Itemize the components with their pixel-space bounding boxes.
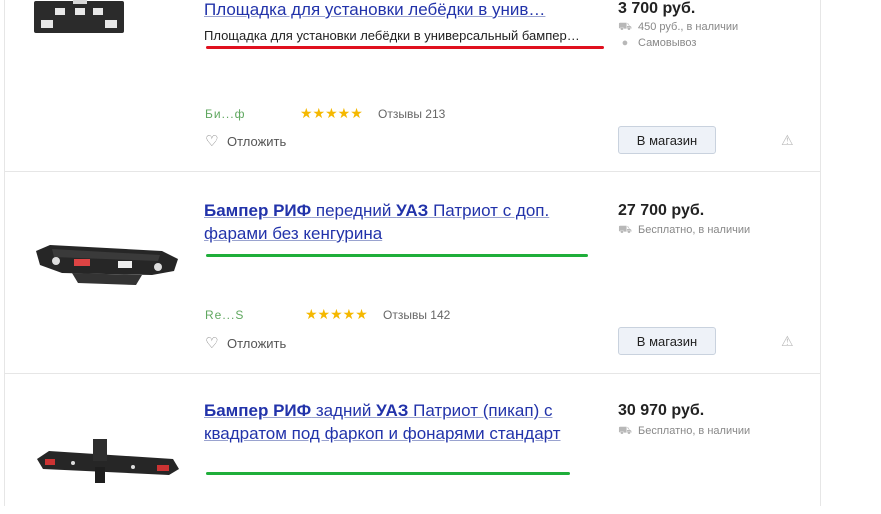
rating-stars: ★★★★★ xyxy=(305,306,368,322)
defer-button[interactable]: ♡ Отложить xyxy=(205,334,286,352)
product-card: Бампер РИФ задний УАЗ Патриот (пикап) с … xyxy=(5,373,820,514)
product-price: 30 970 руб. xyxy=(618,402,705,419)
reviews-link[interactable]: Отзывы 142 xyxy=(383,308,450,322)
map-pin-icon: ● xyxy=(621,37,629,49)
product-title-link[interactable]: Площадка для установки лебёдки в унив… xyxy=(204,0,584,21)
product-price: 27 700 руб. xyxy=(618,202,705,219)
heart-icon: ♡ xyxy=(205,335,219,352)
pickup-info: ● Самовывоз xyxy=(618,37,697,49)
product-snippet: Площадка для установки лебёдки в универс… xyxy=(204,28,580,43)
product-image-winch-plate[interactable] xyxy=(33,0,125,34)
green-underline-mark xyxy=(206,472,570,475)
pickup-text: Самовывоз xyxy=(638,37,697,49)
title-bold-model: УАЗ xyxy=(396,201,429,220)
truck-icon: ⛟ xyxy=(618,21,632,33)
delivery-info: ⛟ Бесплатно, в наличии xyxy=(618,224,750,238)
title-bold-brand: Бампер РИФ xyxy=(204,401,312,420)
title-bold-brand: Бампер РИФ xyxy=(204,201,312,220)
defer-button[interactable]: ♡ Отложить xyxy=(205,132,286,150)
go-to-shop-button[interactable]: В магазин xyxy=(618,126,716,154)
product-title-link[interactable]: Бампер РИФ задний УАЗ Патриот (пикап) с … xyxy=(204,399,584,445)
title-text-1: задний xyxy=(311,401,377,420)
product-title-text[interactable]: Бампер РИФ передний УАЗ Патриот с доп. ф… xyxy=(204,201,549,243)
defer-label: Отложить xyxy=(227,336,287,351)
defer-label: Отложить xyxy=(227,134,287,149)
warning-triangle-icon[interactable]: ⚠ xyxy=(781,334,795,348)
delivery-info: ⛟ 450 руб., в наличии xyxy=(618,21,738,35)
red-underline-mark xyxy=(206,46,604,49)
warning-triangle-icon[interactable]: ⚠ xyxy=(781,133,795,147)
product-title-link[interactable]: Бампер РИФ передний УАЗ Патриот с доп. ф… xyxy=(204,199,584,245)
title-bold-model: УАЗ xyxy=(376,401,409,420)
go-to-shop-button[interactable]: В магазин xyxy=(618,327,716,355)
truck-icon: ⛟ xyxy=(618,425,632,437)
delivery-text: 450 руб., в наличии xyxy=(638,21,739,33)
truck-icon: ⛟ xyxy=(618,224,632,236)
delivery-text: Бесплатно, в наличии xyxy=(638,224,751,236)
rating-stars: ★★★★★ xyxy=(300,105,363,121)
search-results-list: Площадка для установки лебёдки в унив… П… xyxy=(4,0,821,506)
product-title-text[interactable]: Площадка для установки лебёдки в унив… xyxy=(204,0,545,19)
shop-name[interactable]: Re...S xyxy=(205,308,244,322)
title-text-1: передний xyxy=(311,201,397,220)
reviews-link[interactable]: Отзывы 213 xyxy=(378,107,445,121)
product-card: Площадка для установки лебёдки в унив… П… xyxy=(5,0,820,171)
heart-icon: ♡ xyxy=(205,133,219,150)
product-price: 3 700 руб. xyxy=(618,0,696,17)
shop-name[interactable]: Би...ф xyxy=(205,107,245,121)
green-underline-mark xyxy=(206,254,588,257)
product-image-rear-bumper[interactable] xyxy=(33,429,183,497)
product-image-front-bumper[interactable] xyxy=(32,237,182,295)
product-card: Бампер РИФ передний УАЗ Патриот с доп. ф… xyxy=(5,171,820,373)
product-title-text[interactable]: Бампер РИФ задний УАЗ Патриот (пикап) с … xyxy=(204,401,561,443)
delivery-text: Бесплатно, в наличии xyxy=(638,425,751,437)
delivery-info: ⛟ Бесплатно, в наличии xyxy=(618,425,750,439)
